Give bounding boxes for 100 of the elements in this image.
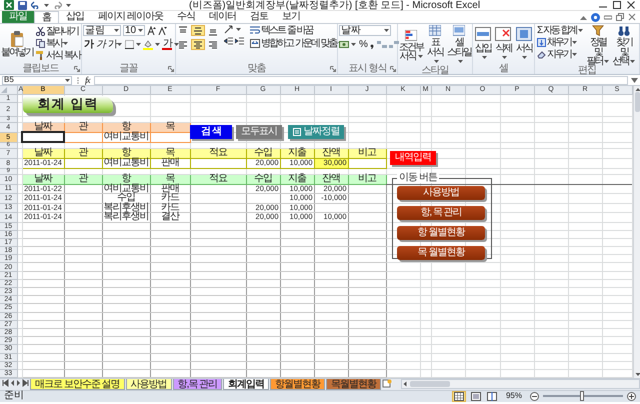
scroll-thumb[interactable] [410,380,450,387]
align-center-button[interactable] [191,39,205,50]
expand-formula-icon[interactable] [631,78,638,82]
font-size-field[interactable]: 10 [123,25,145,36]
paste-button[interactable]: 붙여넣기 [1,25,33,64]
table-format-button[interactable]: 표 서식 [425,25,445,66]
sort-filter-button[interactable]: 정렬 및 필터 [586,25,610,66]
restore-icon[interactable] [616,13,624,21]
ribbon-tab[interactable]: 검토 [242,11,275,23]
copy-button[interactable]: 복사 [35,38,81,49]
spreadsheet-app-icon[interactable] [4,0,14,10]
insert-sheet-icon[interactable] [382,378,392,388]
percent-button[interactable]: % [358,39,367,50]
scroll-thumb[interactable] [634,92,640,112]
scroll-left-icon[interactable] [402,380,408,388]
align-right-button[interactable] [207,39,219,50]
ribbon-tab[interactable]: 보기 [274,11,307,23]
ribbon-tab[interactable]: 페이지 레이아웃 [91,11,170,23]
ribbon-tab[interactable]: 데이터 [202,11,243,23]
conditional-format-icon [405,30,417,42]
find-select-button[interactable]: 찾기 및 선택 [612,25,636,66]
slider-thumb[interactable] [580,391,584,402]
fill-color-icon[interactable] [143,40,153,50]
input-cell[interactable] [22,132,64,142]
sort-button[interactable]: 날짜정렬 [288,125,344,139]
caret-icon [138,29,143,32]
input-cell[interactable] [64,132,102,142]
close-icon[interactable] [626,1,636,9]
navigation-button[interactable]: 항, 목 관리 [397,206,485,220]
navigation-button[interactable]: 사용방법 [397,186,485,200]
border-icon[interactable] [125,40,134,49]
italic-button[interactable]: 가 [95,39,105,50]
underline-button[interactable]: 가 [107,39,123,50]
format-painter-button[interactable]: 서식 복사 [35,50,81,61]
ribbon-tab[interactable]: 수식 [170,11,202,23]
decrease-indent-icon[interactable] [224,37,233,46]
dialog-launcher-icon[interactable] [168,66,174,72]
ribbon-tab[interactable]: 삽입 [59,11,91,23]
dialog-launcher-icon[interactable] [74,66,80,72]
clear-button[interactable]: 지우기 [536,49,584,60]
maximize-icon[interactable] [612,1,622,9]
save-icon[interactable] [18,0,27,10]
help-icon[interactable] [591,12,600,22]
scissors-icon [36,27,45,36]
show-all-button[interactable]: 모두표시 [236,125,282,139]
next-sheet-icon[interactable] [16,378,21,387]
insert-cells-button[interactable]: 삽입 [474,25,492,64]
dialog-launcher-icon[interactable] [390,66,396,72]
currency-icon[interactable] [339,40,349,49]
caret-icon [578,29,583,32]
scroll-up-icon[interactable] [634,86,640,92]
text-orientation-icon[interactable] [224,25,234,34]
shrink-font-icon[interactable] [158,26,167,35]
page-layout-view-button[interactable] [470,390,482,402]
grow-font-icon[interactable] [147,26,156,35]
collapse-ribbon-icon[interactable] [580,14,587,20]
undo-icon[interactable] [31,1,40,9]
sheet-tab[interactable]: 매크로 보안수준 설명 [30,378,125,390]
cut-button[interactable]: 잘라내기 [35,26,81,37]
formula-input[interactable] [94,76,628,84]
sheet-tab[interactable]: 사용방법 [126,378,172,390]
navigation-button[interactable]: 목 월별현황 [397,246,485,260]
sheet-tab[interactable]: 회계입력 [223,378,270,390]
align-left-button[interactable] [177,39,189,50]
entry-button[interactable]: 내역입력 [390,151,436,165]
middle-align-button[interactable] [191,25,205,36]
last-sheet-icon[interactable] [22,378,29,387]
dialog-launcher-icon[interactable] [330,66,336,72]
zoom-in-icon[interactable] [627,392,636,401]
font-name-field[interactable]: 굴림 [83,25,121,36]
sheet-tab[interactable]: 항,목 관리 [172,378,222,390]
cell-style-button[interactable]: 셀 스타일 [447,25,471,66]
group-label: 클립보드 [22,64,58,74]
number-format-field[interactable]: 날짜 [339,25,391,36]
format-cells-button[interactable]: 서식 [514,25,533,64]
previous-sheet-icon[interactable] [10,378,15,387]
increase-indent-icon[interactable] [235,37,244,46]
zoom-level[interactable]: 95% [506,390,522,402]
search-button[interactable]: 검 색 [190,125,232,139]
conditional-format-button[interactable]: 조건부 서식 [399,25,423,66]
insert-function-button[interactable]: fx [84,74,90,86]
redo-icon[interactable] [53,1,62,9]
delete-cells-button[interactable]: 삭제 [494,25,513,64]
fill-button[interactable]: 채우기 [536,37,584,48]
page-break-view-button[interactable] [486,390,498,402]
input-cell[interactable]: 여비교통비 [102,132,150,142]
caret-icon [384,29,389,32]
table-header-cell: 잔액 [314,174,348,184]
font-color-button[interactable]: 가 [162,39,172,50]
navigation-button[interactable]: 항 월별현황 [397,226,485,240]
bold-button[interactable]: 가 [83,39,93,50]
sheet-tab[interactable]: 항월별현황 [270,378,326,390]
ribbon-tab[interactable]: 홈 [34,11,59,23]
ribbon-tab[interactable]: 파일 [2,11,34,23]
name-box[interactable]: B5 [2,76,72,84]
sheet-tab[interactable]: 목월별현황 [326,378,382,390]
normal-view-button[interactable] [452,390,466,402]
first-sheet-icon[interactable] [2,378,9,387]
horizontal-scrollbar[interactable] [401,378,640,389]
zoom-out-icon[interactable] [530,392,539,401]
